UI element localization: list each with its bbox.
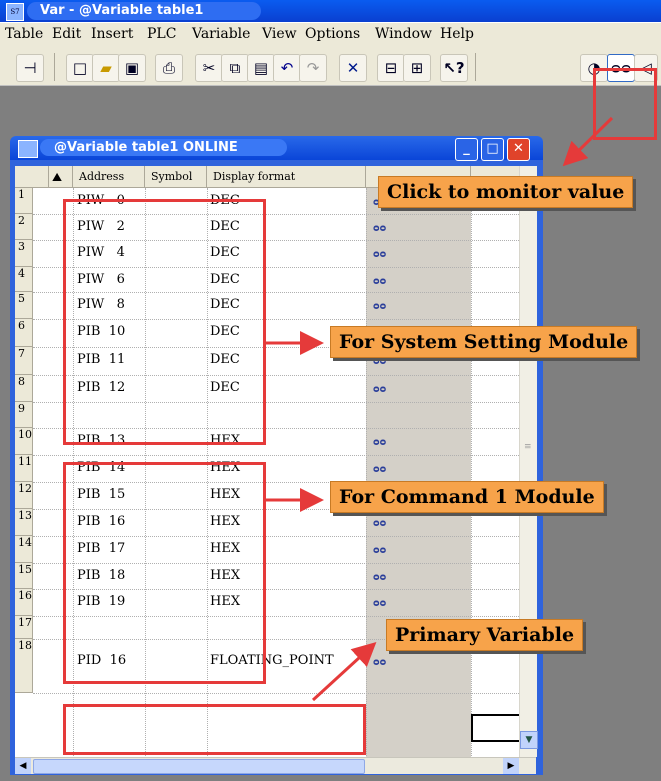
callout-primary-variable: Primary Variable bbox=[386, 619, 584, 651]
callout-command-module: For Command 1 Module bbox=[330, 481, 604, 513]
annotation-arrows bbox=[264, 116, 614, 702]
arrow-primary bbox=[311, 641, 377, 702]
arrow-monitor bbox=[562, 116, 614, 167]
callout-monitor: Click to monitor value bbox=[378, 176, 634, 208]
callout-system-setting: For System Setting Module bbox=[330, 326, 638, 358]
